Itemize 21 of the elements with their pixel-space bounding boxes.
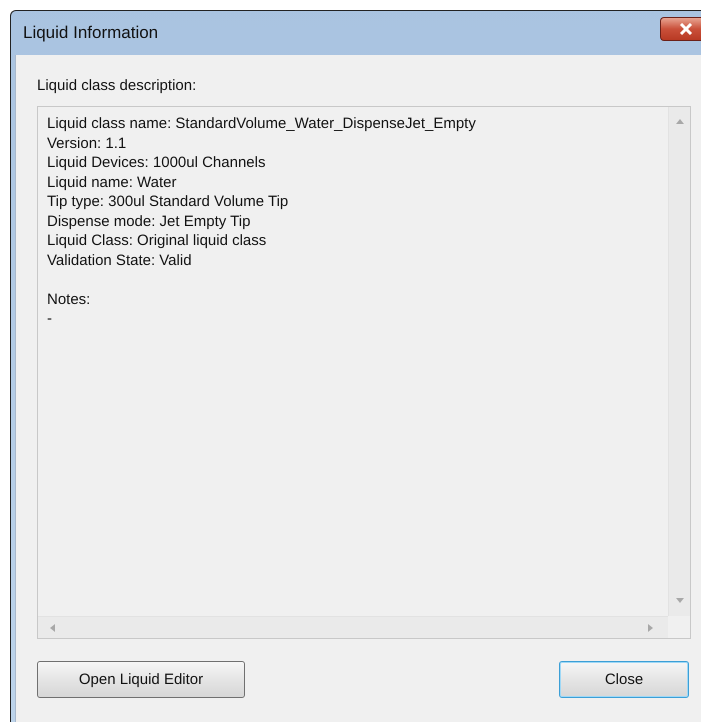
notes-text: - xyxy=(47,309,52,328)
description-line: Liquid Devices: 1000ul Channels xyxy=(47,153,266,172)
close-dialog-button[interactable]: Close xyxy=(559,661,689,698)
description-line: Liquid Class: Original liquid class xyxy=(47,231,266,250)
close-icon xyxy=(678,23,692,35)
notes-heading: Notes: xyxy=(47,290,90,309)
description-line: Validation State: Valid xyxy=(47,250,192,270)
window-title: Liquid Information xyxy=(23,23,158,43)
description-line: Version: 1.1 xyxy=(47,134,126,153)
description-label: Liquid class description: xyxy=(37,77,196,94)
horizontal-scrollbar[interactable] xyxy=(38,616,668,638)
vertical-scrollbar[interactable] xyxy=(668,107,690,616)
description-line: Dispense mode: Jet Empty Tip xyxy=(47,212,250,231)
open-editor-button[interactable]: Open Liquid Editor xyxy=(37,661,245,698)
description-line: Liquid name: Water xyxy=(47,172,177,192)
close-button[interactable] xyxy=(660,17,701,41)
scroll-up-arrow-icon[interactable] xyxy=(674,117,684,127)
scroll-left-arrow-icon[interactable] xyxy=(48,622,58,632)
description-line: Liquid class name: StandardVolume_Water_DispenseJet_Empty xyxy=(47,114,476,134)
description-text-area[interactable] xyxy=(37,106,691,639)
description-line: Tip type: 300ul Standard Volume Tip xyxy=(47,192,288,212)
